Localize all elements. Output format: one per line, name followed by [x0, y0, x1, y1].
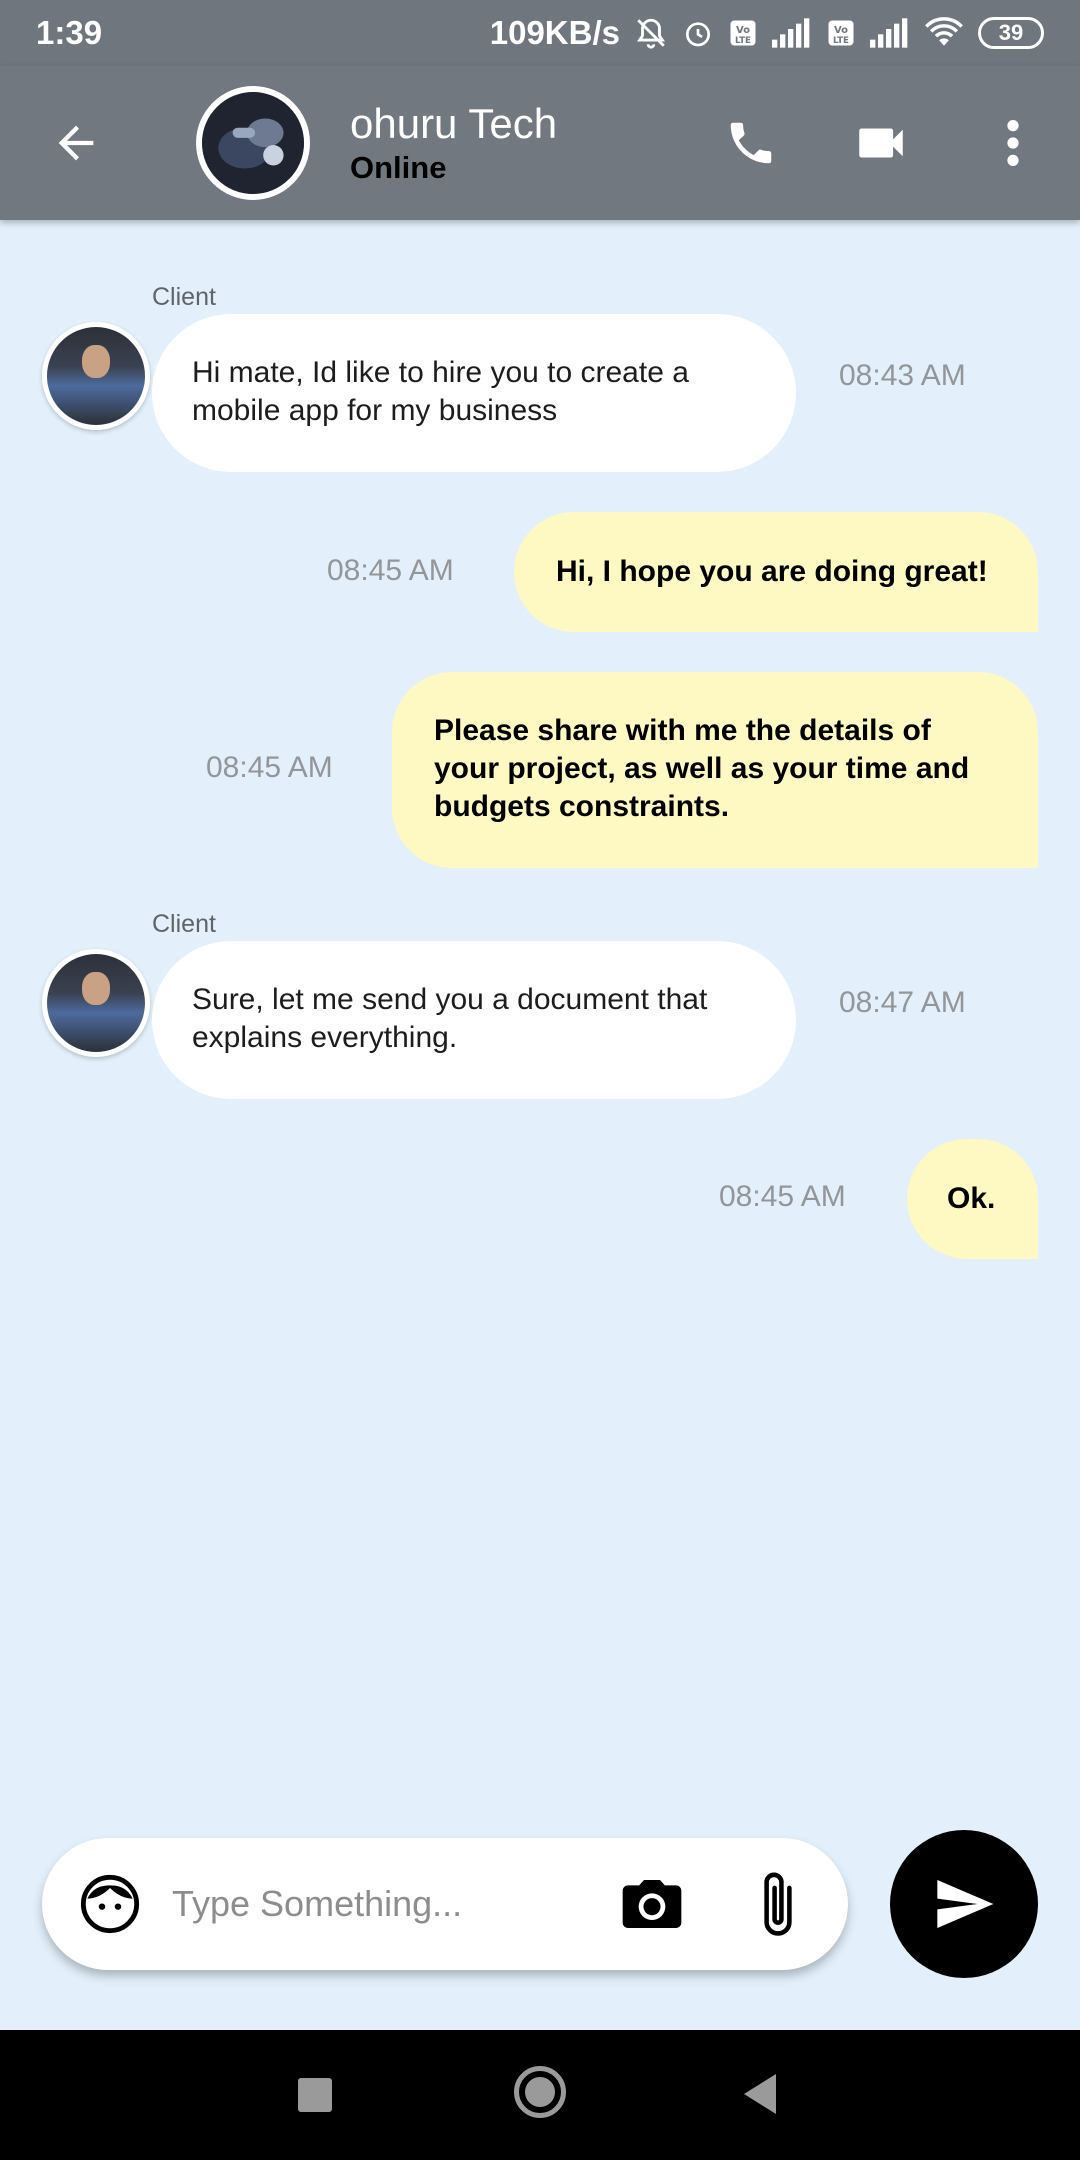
sender-label: Client	[152, 283, 216, 311]
message-time: 08:43 AM	[839, 359, 966, 392]
message-composer	[42, 1838, 848, 1970]
status-bar: 1:39 109KB/s Vo LTE Vo LTE 39	[0, 0, 1080, 66]
message-bubble[interactable]: Hi mate, Id like to hire you to create a…	[152, 314, 796, 472]
message-text-line: Please share with me the details of	[434, 714, 931, 747]
send-icon	[937, 1880, 994, 1928]
home-button[interactable]	[514, 2066, 566, 2118]
contact-status: Online	[350, 150, 447, 185]
svg-text:Vo: Vo	[834, 25, 848, 36]
chat-screen: 1:39 109KB/s Vo LTE Vo LTE 39 ohuru Tech…	[0, 0, 1080, 2160]
battery-icon: 39	[978, 17, 1044, 49]
attach-icon	[764, 1872, 792, 1936]
wifi-icon	[924, 17, 964, 49]
battery-level: 39	[998, 20, 1024, 45]
signal-icon	[772, 18, 812, 48]
voice-call-button[interactable]	[718, 110, 784, 176]
message-bubble[interactable]: Ok.	[907, 1139, 1038, 1259]
contact-avatar[interactable]	[196, 86, 310, 200]
message-text-line: Sure, let me send you a document that	[192, 983, 708, 1016]
more-vert-icon	[1007, 120, 1019, 166]
home-icon	[525, 2077, 555, 2107]
message-input[interactable]	[172, 1868, 602, 1940]
svg-text:LTE: LTE	[735, 36, 751, 46]
volte-icon: Vo LTE	[826, 18, 856, 48]
message-text-line: Ok.	[947, 1182, 996, 1215]
emoji-face-icon	[80, 1874, 140, 1934]
recents-button[interactable]	[298, 2078, 332, 2112]
message-text-line: explains everything.	[192, 1021, 458, 1054]
volte-icon: Vo LTE	[728, 18, 758, 48]
emoji-button[interactable]	[78, 1872, 142, 1936]
message-text-line: mobile app for my business	[192, 394, 558, 427]
camera-button[interactable]	[620, 1874, 686, 1934]
bell-off-icon	[634, 16, 668, 50]
message-text-line: Hi, I hope you are doing great!	[556, 555, 988, 588]
message-text-line: budgets constraints.	[434, 790, 730, 823]
system-back-button[interactable]	[744, 2074, 776, 2114]
message-text-line: your project, as well as your time and	[434, 752, 970, 785]
sender-label: Client	[152, 910, 216, 938]
chat-header: ohuru Tech Online	[0, 66, 1080, 220]
send-button[interactable]	[890, 1830, 1038, 1978]
contact-name: ohuru Tech	[350, 100, 558, 147]
video-call-button[interactable]	[848, 110, 914, 176]
signal-icon	[870, 18, 910, 48]
message-time: 08:45 AM	[327, 554, 454, 587]
message-time: 08:45 AM	[206, 751, 333, 784]
back-arrow-icon	[58, 125, 94, 161]
client-avatar[interactable]	[42, 949, 150, 1057]
back-button[interactable]	[44, 111, 108, 175]
svg-text:Vo: Vo	[736, 25, 750, 36]
phone-icon	[730, 122, 772, 164]
message-text-line: Hi mate, Id like to hire you to create a	[192, 356, 689, 389]
video-camera-icon	[859, 128, 903, 158]
status-icons: 109KB/s Vo LTE Vo LTE 39	[490, 14, 1044, 52]
message-bubble[interactable]: Please share with me the details of your…	[392, 672, 1038, 868]
status-time: 1:39	[36, 14, 103, 51]
net-speed: 109KB/s	[489, 14, 620, 51]
more-options-button[interactable]	[990, 110, 1036, 176]
alarm-icon	[682, 17, 714, 49]
camera-icon	[622, 1880, 682, 1928]
attach-button[interactable]	[756, 1868, 802, 1942]
client-avatar[interactable]	[42, 322, 150, 430]
avatar-photo	[202, 92, 304, 194]
message-time: 08:47 AM	[839, 986, 966, 1019]
svg-text:LTE: LTE	[833, 36, 849, 46]
message-bubble[interactable]: Hi, I hope you are doing great!	[514, 512, 1038, 632]
message-bubble[interactable]: Sure, let me send you a document that ex…	[152, 941, 796, 1099]
system-nav-bar	[0, 2030, 1080, 2160]
message-time: 08:45 AM	[719, 1180, 846, 1213]
